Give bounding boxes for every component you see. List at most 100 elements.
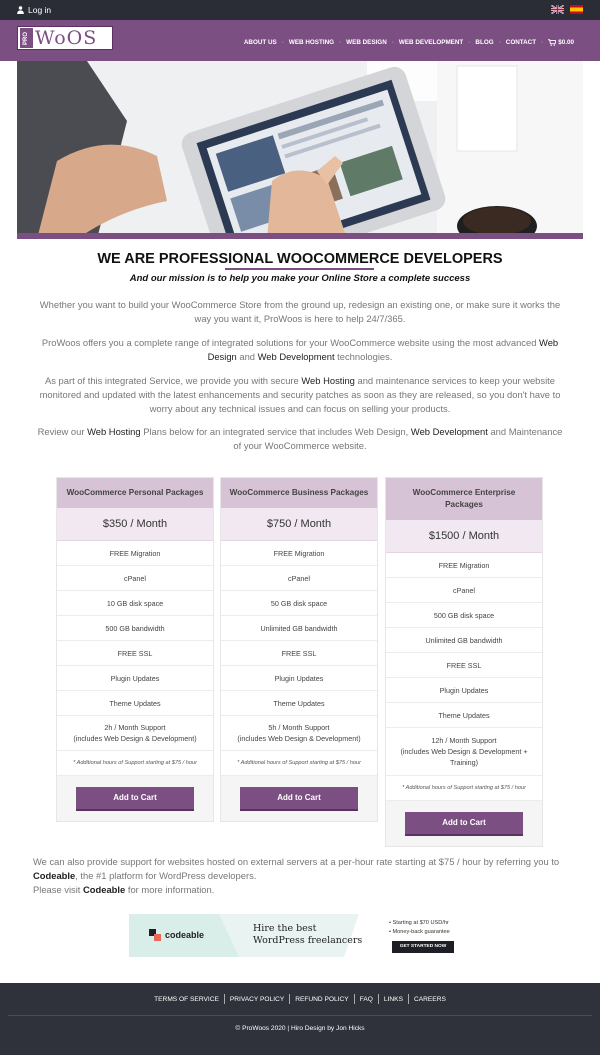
package-price: $750 / Month bbox=[221, 508, 377, 541]
banner-bullet-text: Money-back guarantee bbox=[392, 929, 450, 935]
main-menu: ABOUT US ◦ WEB HOSTING ◦ WEB DESIGN ◦ WE… bbox=[239, 39, 579, 46]
mission-tagline: And our mission is to help you make your… bbox=[129, 273, 471, 284]
codeable-wordmark: codeable bbox=[165, 930, 205, 940]
codeable-link[interactable]: Codeable bbox=[83, 884, 125, 895]
get-started-button[interactable]: GET STARTED NOW bbox=[392, 941, 454, 953]
support-hours: 12h / Month Support bbox=[431, 736, 497, 745]
banner-bullet: • Starting at $70 USD/hr bbox=[389, 920, 449, 926]
web-hosting-link[interactable]: Web Hosting bbox=[301, 375, 355, 386]
cart-icon bbox=[548, 39, 557, 46]
add-to-cart-button[interactable]: Add to Cart bbox=[405, 812, 523, 836]
text-span: , the #1 platform for WordPress develope… bbox=[75, 870, 257, 881]
feature-row: FREE Migration bbox=[386, 553, 542, 578]
text-span: for more information. bbox=[125, 884, 215, 895]
web-development-link[interactable]: Web Development bbox=[411, 426, 488, 437]
support-row: 2h / Month Support (includes Web Design … bbox=[57, 716, 213, 751]
footer-refund-link[interactable]: REFUND POLICY bbox=[290, 996, 354, 1003]
feature-row: cPanel bbox=[221, 566, 377, 591]
headline-underline bbox=[225, 268, 374, 270]
text-span: Review our bbox=[37, 426, 88, 437]
footer-links-link[interactable]: LINKS bbox=[379, 996, 408, 1003]
intro-paragraph-4: Review our Web Hosting Plans below for a… bbox=[37, 425, 563, 453]
banner-headline: Hire the best WordPress freelancers bbox=[253, 923, 363, 947]
text-span: technologies. bbox=[334, 351, 393, 362]
feature-row: 10 GB disk space bbox=[57, 591, 213, 616]
feature-row: Unlimited GB bandwidth bbox=[221, 616, 377, 641]
site-footer: TERMS OF SERVICE PRIVACY POLICY REFUND P… bbox=[0, 983, 600, 1055]
feature-row: 500 GB disk space bbox=[386, 603, 542, 628]
cart-total: $0.00 bbox=[558, 39, 574, 46]
hero-image bbox=[17, 61, 583, 239]
package-price: $1500 / Month bbox=[386, 520, 542, 553]
tablet-photo-illustration bbox=[17, 61, 583, 239]
nav-blog[interactable]: BLOG bbox=[470, 39, 498, 46]
feature-row: cPanel bbox=[57, 566, 213, 591]
package-title: WooCommerce Business Packages bbox=[221, 478, 377, 508]
page-headline: WE ARE PROFESSIONAL WOOCOMMERCE DEVELOPE… bbox=[97, 251, 503, 267]
support-hours: 2h / Month Support bbox=[104, 723, 166, 732]
hero-accent-bar bbox=[17, 233, 583, 239]
footer-faq-link[interactable]: FAQ bbox=[355, 996, 378, 1003]
nav-web-hosting[interactable]: WEB HOSTING bbox=[284, 39, 339, 46]
codeable-mark-icon bbox=[149, 929, 161, 941]
nav-web-design[interactable]: WEB DESIGN bbox=[341, 39, 392, 46]
support-note: * Additional hours of Support starting a… bbox=[57, 751, 213, 776]
web-hosting-link[interactable]: Web Hosting bbox=[87, 426, 141, 437]
support-row: 5h / Month Support (includes Web Design … bbox=[221, 716, 377, 751]
feature-row: FREE SSL bbox=[221, 641, 377, 666]
text-span: Plans below for an integrated service th… bbox=[140, 426, 411, 437]
feature-row: cPanel bbox=[386, 578, 542, 603]
cart-area: Add to Cart bbox=[221, 776, 377, 821]
package-title: WooCommerce Personal Packages bbox=[57, 478, 213, 508]
nav-web-development[interactable]: WEB DEVELOPMENT bbox=[394, 39, 468, 46]
footer-terms-link[interactable]: TERMS OF SERVICE bbox=[149, 996, 224, 1003]
logo-wordmark: WoOS bbox=[35, 27, 98, 49]
cart-area: Add to Cart bbox=[386, 801, 542, 846]
feature-row: Unlimited GB bandwidth bbox=[386, 628, 542, 653]
feature-row: 50 GB disk space bbox=[221, 591, 377, 616]
es-flag-icon[interactable] bbox=[570, 5, 583, 14]
footer-careers-link[interactable]: CAREERS bbox=[409, 996, 451, 1003]
package-card-enterprise: WooCommerce Enterprise Packages $1500 / … bbox=[385, 477, 543, 847]
top-bar: Log in bbox=[0, 0, 600, 20]
site-logo[interactable]: PRO WoOS bbox=[17, 26, 113, 50]
intro-paragraph-3: As part of this integrated Service, we p… bbox=[37, 374, 563, 416]
footer-links: TERMS OF SERVICE PRIVACY POLICY REFUND P… bbox=[0, 994, 600, 1004]
feature-row: FREE SSL bbox=[57, 641, 213, 666]
text-span: ProWoos offers you a complete range of i… bbox=[41, 337, 540, 348]
feature-row: Plugin Updates bbox=[57, 666, 213, 691]
package-card-personal: WooCommerce Personal Packages $350 / Mon… bbox=[56, 477, 214, 822]
feature-row: FREE Migration bbox=[221, 541, 377, 566]
footer-divider-line bbox=[8, 1015, 592, 1016]
nav-contact[interactable]: CONTACT bbox=[501, 39, 541, 46]
support-row: 12h / Month Support (includes Web Design… bbox=[386, 728, 542, 776]
nav-cart[interactable]: $0.00 bbox=[543, 39, 579, 46]
feature-row: Plugin Updates bbox=[386, 678, 542, 703]
intro-paragraph-2: ProWoos offers you a complete range of i… bbox=[37, 336, 563, 364]
codeable-logo: codeable bbox=[149, 929, 204, 941]
add-to-cart-button[interactable]: Add to Cart bbox=[76, 787, 194, 811]
logo-pro-mark: PRO bbox=[20, 28, 33, 48]
support-includes-cont: Training) bbox=[449, 758, 479, 767]
text-span: and bbox=[236, 351, 258, 362]
text-span: As part of this integrated Service, we p… bbox=[44, 375, 302, 386]
support-hours: 5h / Month Support bbox=[268, 723, 330, 732]
web-development-link[interactable]: Web Development bbox=[258, 351, 335, 362]
codeable-ad-banner[interactable]: codeable Hire the best WordPress freelan… bbox=[129, 914, 471, 957]
footer-privacy-link[interactable]: PRIVACY POLICY bbox=[225, 996, 289, 1003]
feature-row: Theme Updates bbox=[57, 691, 213, 716]
package-card-business: WooCommerce Business Packages $750 / Mon… bbox=[220, 477, 378, 822]
support-includes: (includes Web Design & Development) bbox=[237, 734, 361, 743]
copyright-text: © ProWoos 2020 | Hiro Design by Jon Hick… bbox=[235, 1025, 365, 1032]
nav-about-us[interactable]: ABOUT US bbox=[239, 39, 282, 46]
main-navbar: PRO WoOS ABOUT US ◦ WEB HOSTING ◦ WEB DE… bbox=[0, 20, 600, 61]
uk-flag-icon[interactable] bbox=[551, 5, 564, 14]
codeable-link[interactable]: Codeable bbox=[33, 870, 75, 881]
add-to-cart-button[interactable]: Add to Cart bbox=[240, 787, 358, 811]
feature-row: FREE SSL bbox=[386, 653, 542, 678]
banner-bullet: • Money-back guarantee bbox=[389, 929, 450, 935]
text-span: Please visit bbox=[33, 884, 84, 895]
login-link[interactable]: Log in bbox=[17, 5, 51, 15]
user-icon bbox=[17, 6, 24, 14]
package-title: WooCommerce Enterprise Packages bbox=[386, 478, 542, 520]
